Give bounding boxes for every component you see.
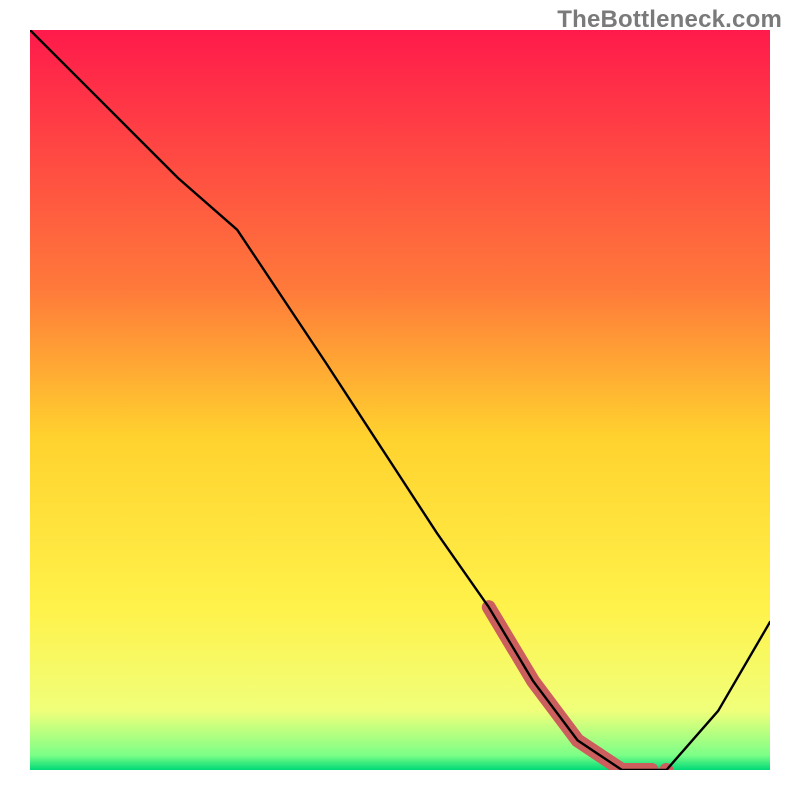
plot-container xyxy=(30,30,770,770)
watermark-text: TheBottleneck.com xyxy=(557,6,782,34)
chart-svg xyxy=(30,30,770,770)
